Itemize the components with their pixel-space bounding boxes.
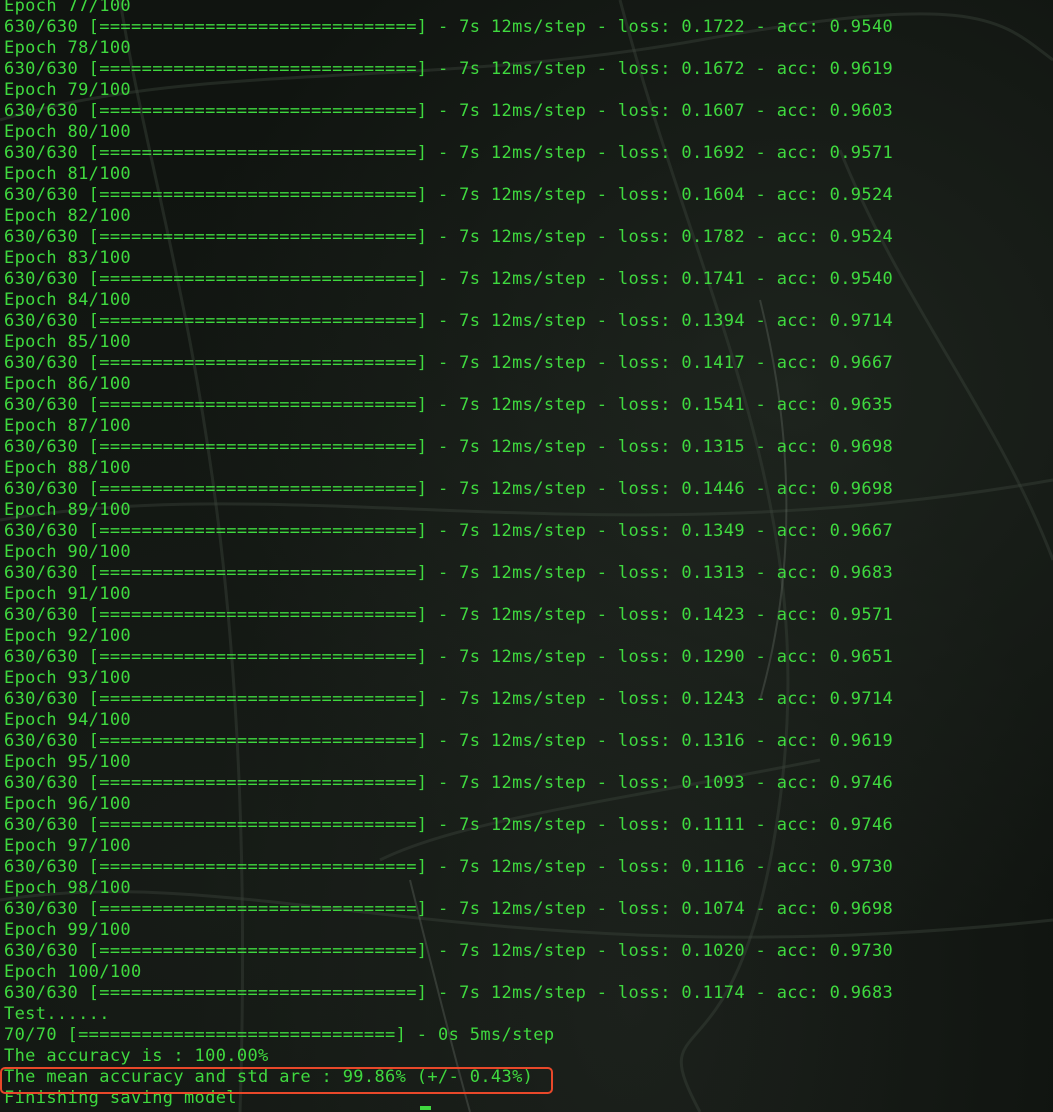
epoch-line: Epoch 78/100: [4, 38, 132, 58]
epoch-line: Epoch 91/100: [4, 584, 132, 604]
log-line: 630/630 [==============================]…: [4, 815, 894, 835]
epoch-line: Epoch 79/100: [4, 80, 132, 100]
epoch-line: Epoch 82/100: [4, 206, 132, 226]
log-line: 630/630 [==============================]…: [4, 353, 894, 373]
log-line: 630/630 [==============================]…: [4, 731, 894, 751]
log-line: 630/630 [==============================]…: [4, 143, 894, 163]
log-line: 630/630 [==============================]…: [4, 563, 894, 583]
epoch-line: Epoch 98/100: [4, 878, 132, 898]
epoch-line: Epoch 94/100: [4, 710, 132, 730]
epoch-line: Epoch 88/100: [4, 458, 132, 478]
log-line: 630/630 [==============================]…: [4, 521, 894, 541]
log-line: 630/630 [==============================]…: [4, 479, 894, 499]
log-line: 630/630 [==============================]…: [4, 101, 894, 121]
epoch-line: Epoch 84/100: [4, 290, 132, 310]
text-cursor: [420, 1106, 431, 1110]
log-line: 630/630 [==============================]…: [4, 185, 894, 205]
epoch-line: Epoch 90/100: [4, 542, 132, 562]
terminal-window[interactable]: Epoch 77/100 630/630 [===================…: [0, 0, 1053, 1112]
log-line: 630/630 [==============================]…: [4, 17, 894, 37]
log-line: 630/630 [==============================]…: [4, 773, 894, 793]
epoch-line: Epoch 83/100: [4, 248, 132, 268]
epoch-line: Epoch 99/100: [4, 920, 132, 940]
epoch-line: Epoch 89/100: [4, 500, 132, 520]
epoch-line: Epoch 80/100: [4, 122, 132, 142]
epoch-line: Epoch 100/100: [4, 962, 142, 982]
epoch-line: Epoch 93/100: [4, 668, 132, 688]
log-line: 630/630 [==============================]…: [4, 983, 894, 1003]
log-line: Finishing saving model: [4, 1088, 237, 1108]
epoch-line: Epoch 86/100: [4, 374, 132, 394]
epoch-line: Epoch 92/100: [4, 626, 132, 646]
epoch-line: Epoch 77/100: [4, 0, 132, 16]
console-output: Epoch 77/100 630/630 [===================…: [4, 0, 893, 1109]
log-line: 630/630 [==============================]…: [4, 269, 894, 289]
log-line: 630/630 [==============================]…: [4, 857, 894, 877]
log-line: 630/630 [==============================]…: [4, 59, 894, 79]
epoch-line: Epoch 81/100: [4, 164, 132, 184]
log-line: 630/630 [==============================]…: [4, 395, 894, 415]
log-line: Test......: [4, 1004, 110, 1024]
log-line: 630/630 [==============================]…: [4, 941, 894, 961]
log-line: 70/70 [==============================] -…: [4, 1025, 555, 1045]
epoch-line: Epoch 96/100: [4, 794, 132, 814]
log-line: 630/630 [==============================]…: [4, 899, 894, 919]
log-line: The accuracy is : 100.00%: [4, 1046, 269, 1066]
epoch-line: Epoch 95/100: [4, 752, 132, 772]
log-line: 630/630 [==============================]…: [4, 437, 894, 457]
log-line: The mean accuracy and std are : 99.86% (…: [4, 1067, 534, 1087]
log-line: 630/630 [==============================]…: [4, 647, 894, 667]
log-line: 630/630 [==============================]…: [4, 227, 894, 247]
epoch-line: Epoch 97/100: [4, 836, 132, 856]
log-line: 630/630 [==============================]…: [4, 605, 894, 625]
epoch-line: Epoch 87/100: [4, 416, 132, 436]
log-line: 630/630 [==============================]…: [4, 311, 894, 331]
log-line: 630/630 [==============================]…: [4, 689, 894, 709]
epoch-line: Epoch 85/100: [4, 332, 132, 352]
